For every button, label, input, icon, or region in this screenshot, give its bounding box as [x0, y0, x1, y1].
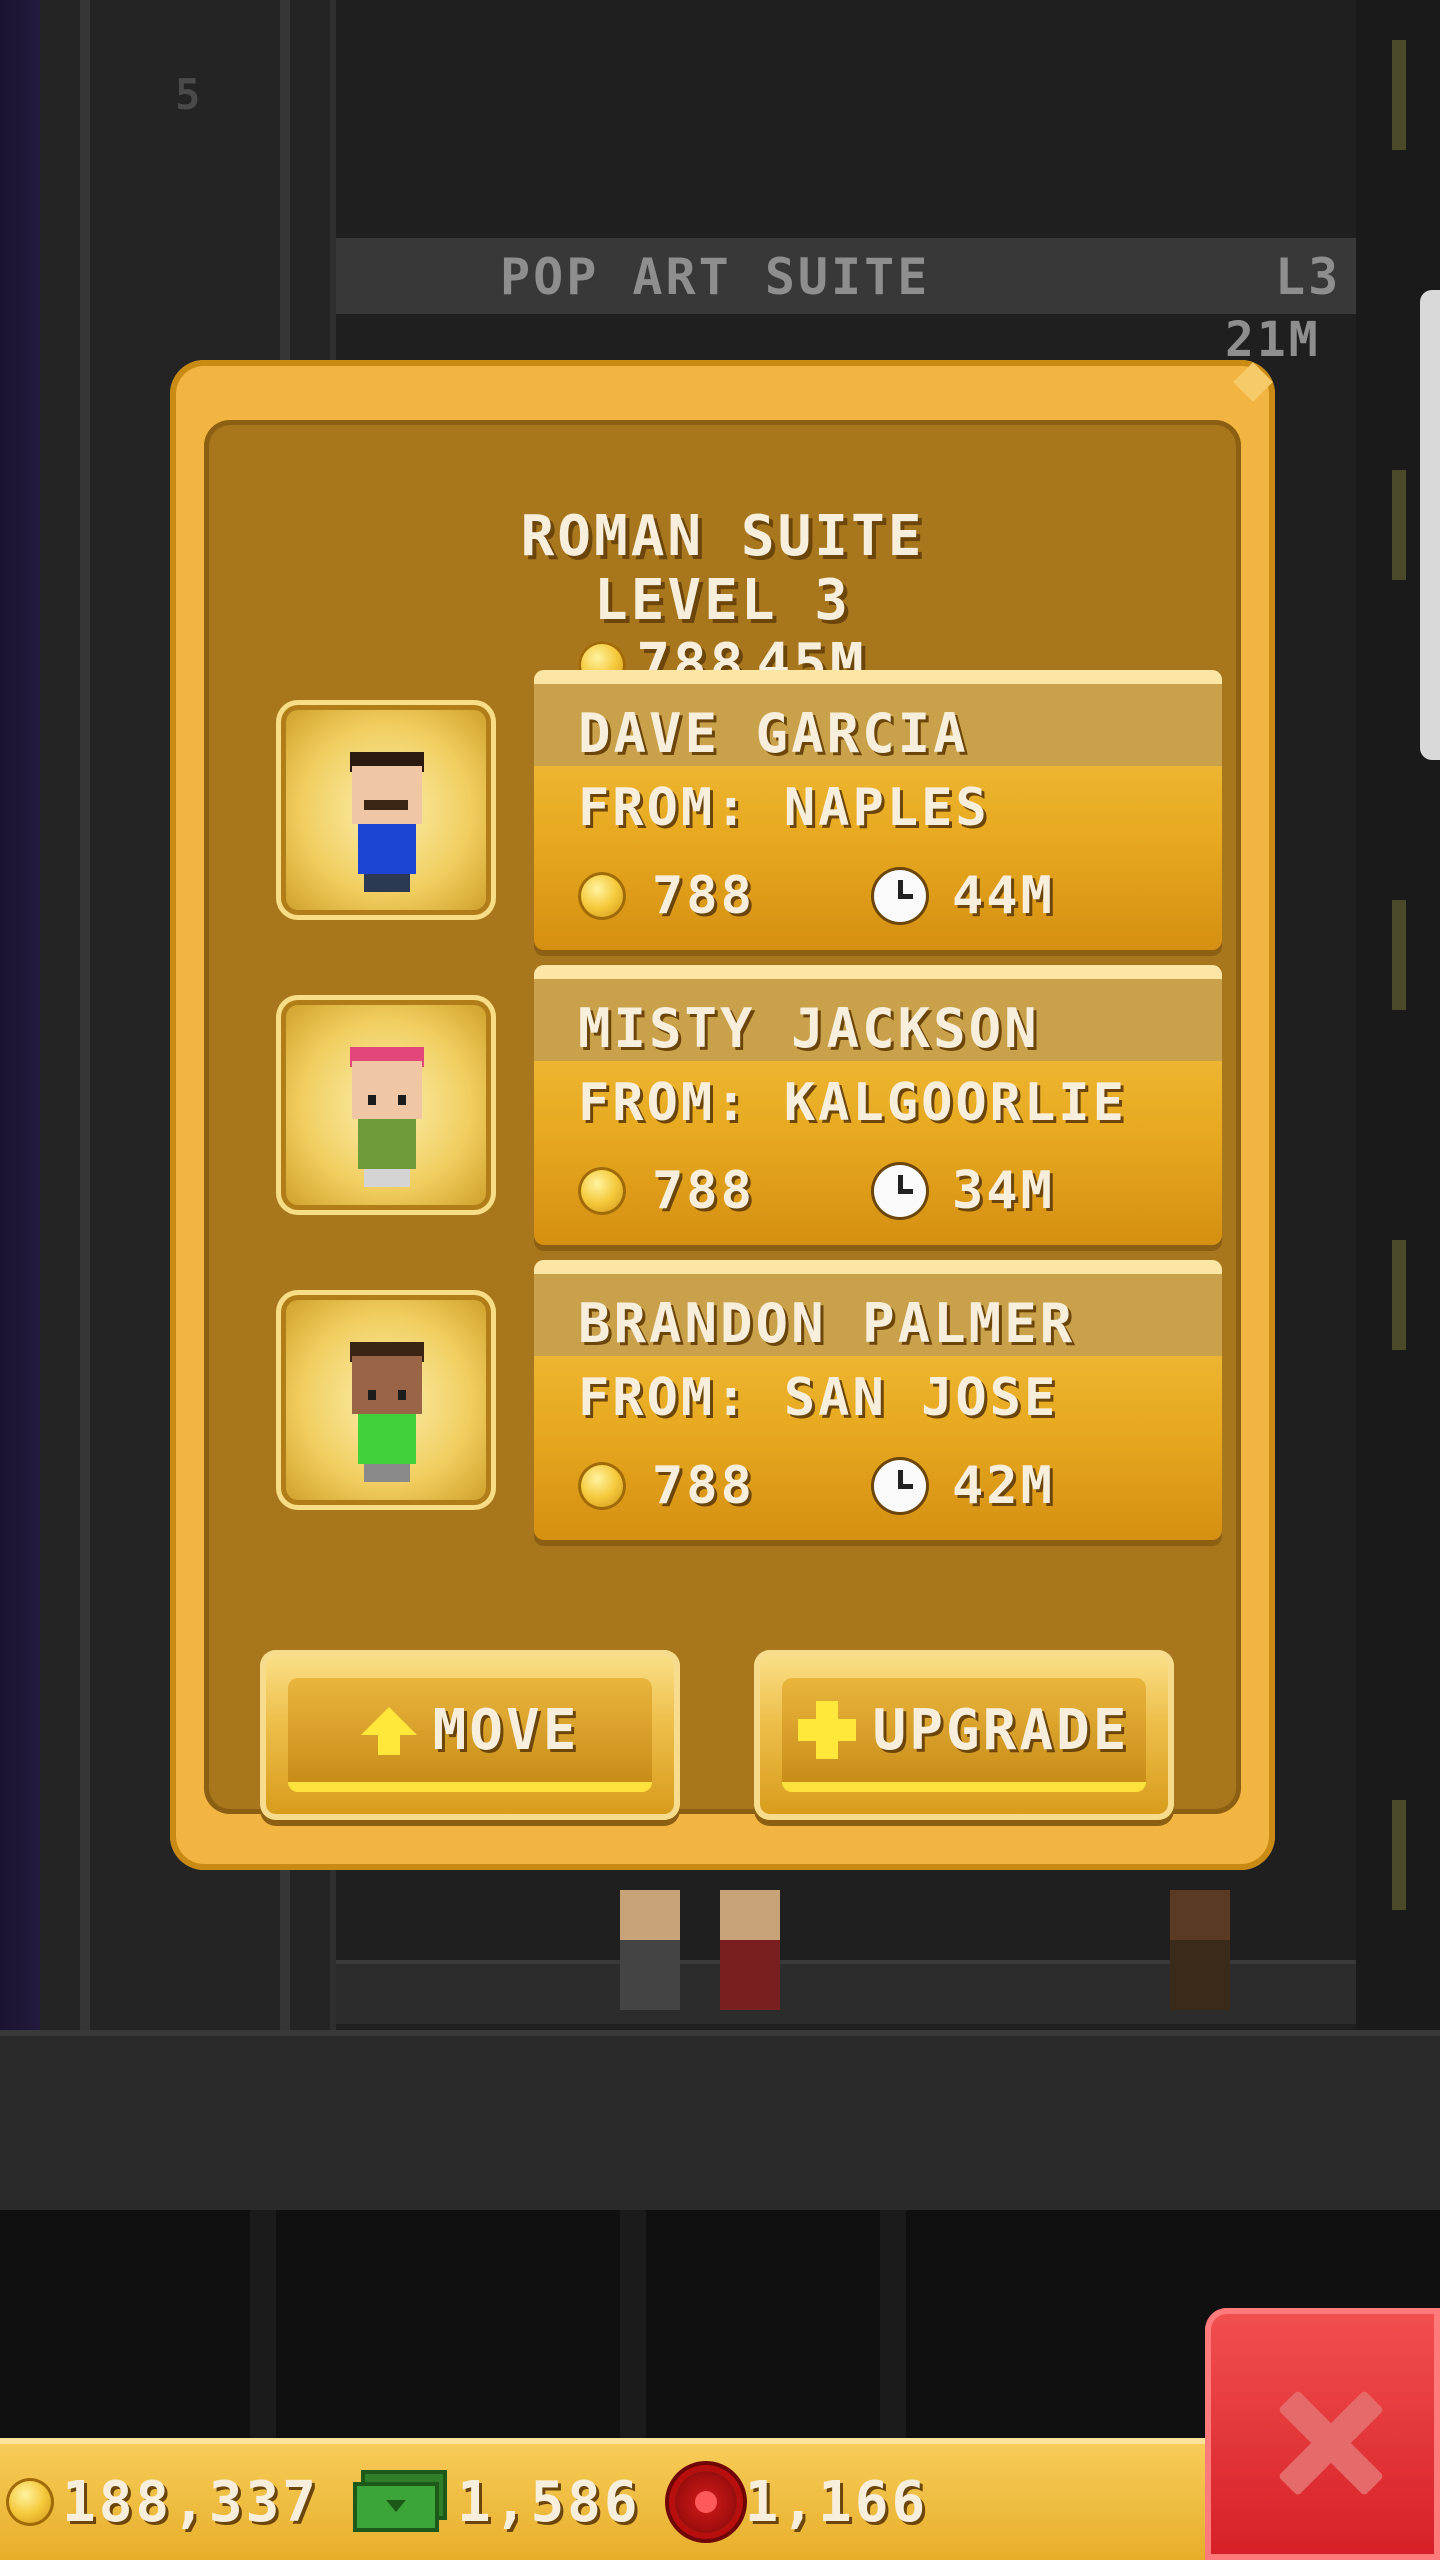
hud-bux[interactable]: 1,586: [353, 2470, 641, 2535]
arrow-up-icon: [360, 1707, 417, 1755]
underground-column: [250, 2210, 276, 2440]
resident-row[interactable]: DAVE GARCIA FROM: NAPLES 788 44M: [276, 670, 1236, 950]
avatar-legs: [364, 1169, 410, 1187]
resident-avatar-frame[interactable]: [276, 1290, 496, 1510]
resident-time-stat: 42M: [874, 1456, 1055, 1516]
panel-inner: ROMAN SUITE LEVEL 3 788 45M DAVE GARCIA …: [204, 420, 1241, 1820]
coin-icon: [6, 2478, 54, 2526]
avatar-eye: [368, 1095, 376, 1105]
shaft-rail: [80, 0, 90, 2030]
avatar: [344, 1342, 430, 1482]
tower-left-wall: [0, 0, 40, 2030]
coin-icon: [578, 1462, 626, 1510]
resident-rent: 788: [652, 1161, 755, 1221]
bux-count: 1,586: [457, 2469, 641, 2535]
room-info-panel: ROMAN SUITE LEVEL 3 788 45M DAVE GARCIA …: [170, 360, 1275, 1870]
underground-column: [880, 2210, 906, 2440]
avatar-eye: [398, 1390, 406, 1400]
edge-marker: [1392, 1240, 1406, 1350]
avatar-legs: [364, 1464, 410, 1482]
avatar-shirt: [358, 824, 416, 874]
edge-marker: [1392, 40, 1406, 150]
close-icon: [1275, 2388, 1385, 2498]
avatar-eye: [398, 1095, 406, 1105]
hud-tokens[interactable]: 1,166: [674, 2469, 929, 2535]
avatar-face: [352, 1356, 422, 1414]
underground-column: [620, 2210, 646, 2440]
tower-bux-icon: [353, 2470, 449, 2534]
resident-stats: 788 42M: [578, 1456, 1198, 1516]
resident-hometown: FROM: SAN JOSE: [578, 1368, 1059, 1428]
bg-person: [620, 1890, 680, 2010]
resident-hometown: FROM: KALGOORLIE: [578, 1073, 1127, 1133]
resident-avatar-frame[interactable]: [276, 700, 496, 920]
avatar-face: [352, 1061, 422, 1119]
resident-rent: 788: [652, 1456, 755, 1516]
token-count: 1,166: [744, 2469, 929, 2535]
coin-count: 188,337: [62, 2469, 320, 2535]
room-above-name: POP ART SUITE: [500, 248, 931, 306]
avatar: [344, 752, 430, 892]
avatar-shirt: [358, 1414, 416, 1464]
avatar-eye: [368, 1390, 376, 1400]
panel-header: ROMAN SUITE LEVEL 3 788 45M: [204, 505, 1241, 697]
resident-row[interactable]: BRANDON PALMER FROM: SAN JOSE 788 42M: [276, 1260, 1236, 1540]
avatar-face: [352, 766, 422, 824]
resident-name: BRANDON PALMER: [578, 1292, 1076, 1355]
resident-time-stat: 44M: [874, 866, 1055, 926]
background-residents: [520, 1870, 1320, 2010]
edge-marker: [1392, 470, 1406, 580]
resident-info-card[interactable]: DAVE GARCIA FROM: NAPLES 788 44M: [534, 670, 1222, 950]
avatar: [344, 1047, 430, 1187]
resident-time: 44M: [952, 866, 1055, 926]
resident-row[interactable]: MISTY JACKSON FROM: KALGOORLIE 788 34M: [276, 965, 1236, 1245]
upgrade-button[interactable]: UPGRADE: [754, 1650, 1174, 1820]
coin-icon: [578, 1167, 626, 1215]
resident-rent: 788: [652, 866, 755, 926]
resident-time: 42M: [952, 1456, 1055, 1516]
bg-person: [1170, 1890, 1230, 2010]
resident-time: 34M: [952, 1161, 1055, 1221]
currency-hud: 188,337 1,586 1,166: [0, 2438, 1210, 2560]
resident-time-stat: 34M: [874, 1161, 1055, 1221]
resident-rent-stat: 788: [578, 866, 874, 926]
edge-marker: [1392, 900, 1406, 1010]
avatar-legs: [364, 874, 410, 892]
move-button[interactable]: MOVE: [260, 1650, 680, 1820]
room-level: LEVEL 3: [593, 568, 851, 633]
resident-hometown: FROM: NAPLES: [578, 778, 990, 838]
resident-info-card[interactable]: BRANDON PALMER FROM: SAN JOSE 788 42M: [534, 1260, 1222, 1540]
resident-name: MISTY JACKSON: [578, 997, 1040, 1060]
resident-info-card[interactable]: MISTY JACKSON FROM: KALGOORLIE 788 34M: [534, 965, 1222, 1245]
resident-rent-stat: 788: [578, 1456, 874, 1516]
resident-name: DAVE GARCIA: [578, 702, 969, 765]
shaft-floor-number: 5: [175, 70, 204, 119]
resident-stats: 788 34M: [578, 1161, 1198, 1221]
street: [0, 2030, 1440, 2216]
clock-icon: [874, 870, 926, 922]
resident-rent-stat: 788: [578, 1161, 874, 1221]
close-button[interactable]: [1205, 2308, 1440, 2560]
bg-person: [720, 1890, 780, 2010]
avatar-mustache: [364, 800, 408, 810]
clock-icon: [874, 1460, 926, 1512]
golden-ticket-icon: [674, 2471, 737, 2533]
room-name: ROMAN SUITE: [520, 504, 925, 569]
plus-icon: [798, 1701, 857, 1759]
upgrade-button-label: UPGRADE: [872, 1697, 1130, 1763]
move-button-face: MOVE: [288, 1678, 652, 1792]
coin-icon: [578, 872, 626, 920]
side-drawer-tab[interactable]: [1420, 290, 1440, 760]
avatar-shirt: [358, 1119, 416, 1169]
resident-avatar-frame[interactable]: [276, 995, 496, 1215]
clock-icon: [874, 1165, 926, 1217]
hud-coins[interactable]: 188,337: [6, 2470, 319, 2535]
move-button-label: MOVE: [432, 1697, 580, 1763]
edge-marker: [1392, 1800, 1406, 1910]
room-above-level: L3: [1275, 248, 1342, 306]
resident-stats: 788 44M: [578, 866, 1198, 926]
upgrade-button-face: UPGRADE: [782, 1678, 1146, 1792]
